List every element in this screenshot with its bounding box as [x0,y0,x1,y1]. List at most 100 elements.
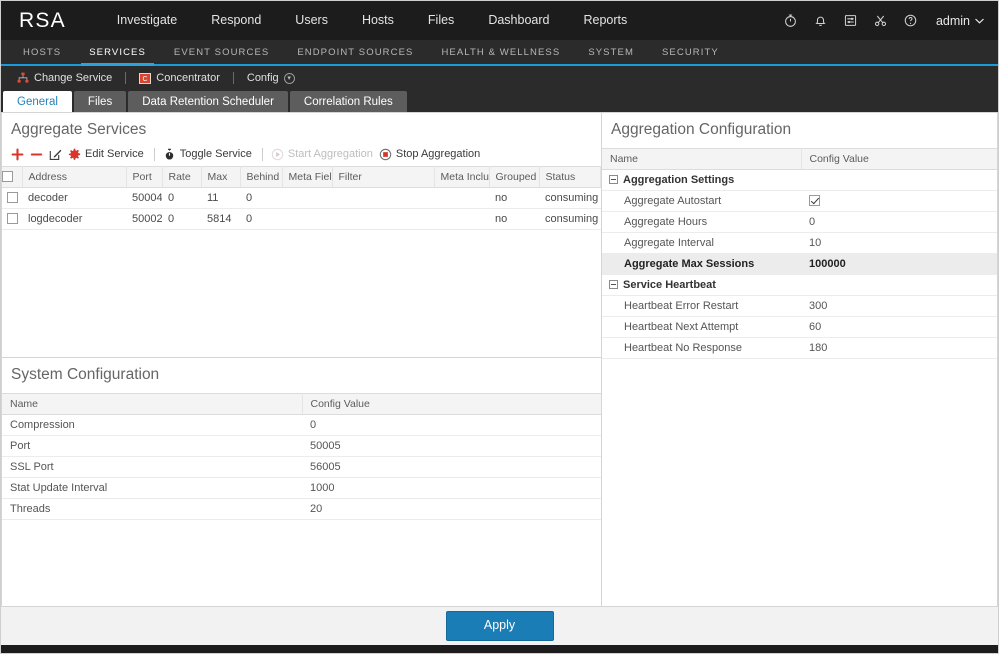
subnav-item-security[interactable]: SECURITY [648,40,733,64]
col-port[interactable]: Port [126,165,163,188]
col-name[interactable]: Name [602,147,802,170]
cell-behind: 0 [240,208,282,230]
tasks-icon[interactable] [842,12,859,29]
aggregate-autostart-checkbox[interactable] [809,195,820,207]
nav-item-hosts[interactable]: Hosts [345,1,411,40]
table-row[interactable]: SSL Port 56005 [2,456,601,478]
cell-behind: 0 [240,187,282,209]
table-row[interactable]: Compression 0 [2,414,601,436]
subnav-item-health-wellness[interactable]: HEALTH & WELLNESS [427,40,574,64]
cell-name: Stat Update Interval [2,477,302,499]
cell-port: 50004 [126,187,162,209]
cell-value[interactable]: 10 [801,232,997,254]
table-row[interactable]: Heartbeat No Response 180 [602,337,997,359]
nav-item-dashboard[interactable]: Dashboard [471,1,566,40]
cell-value[interactable]: 60 [801,316,997,338]
system-configuration-table: Name Config Value Compression 0 Port 500… [2,392,601,520]
nav-item-investigate[interactable]: Investigate [100,1,194,40]
cell-value[interactable]: 1000 [302,477,601,499]
aggregate-services-table: Address Port Rate Max Behind Meta Fields… [2,165,601,230]
user-menu[interactable]: admin [936,14,984,28]
col-status[interactable]: Status [539,165,601,188]
cell-meta-include [434,208,489,230]
table-row[interactable]: decoder 50004 0 11 0 no consuming [2,187,601,209]
col-filter[interactable]: Filter [332,165,435,188]
table-row[interactable]: Threads 20 [2,498,601,520]
apply-button[interactable]: Apply [445,611,554,641]
nav-item-respond[interactable]: Respond [194,1,278,40]
add-service-button[interactable] [11,148,30,161]
table-row[interactable]: Aggregate Interval 10 [602,232,997,254]
toggle-service-label: Toggle Service [179,148,252,161]
row-select-cell[interactable] [2,208,22,230]
edit-service-button[interactable]: Edit Service [68,148,150,161]
row-checkbox[interactable] [6,213,18,225]
edit-row-button[interactable] [49,148,68,161]
col-behind[interactable]: Behind [240,165,283,188]
collapse-icon[interactable] [609,279,618,289]
subnav-item-hosts[interactable]: HOSTS [9,40,75,64]
tab-files[interactable]: Files [73,91,127,112]
row-select-cell[interactable] [2,187,22,209]
col-max[interactable]: Max [201,165,241,188]
cell-value[interactable]: 56005 [302,456,601,478]
group-label: Service Heartbeat [623,278,716,291]
select-all-checkbox[interactable] [2,171,13,183]
scissors-icon[interactable] [872,12,889,29]
col-meta-include[interactable]: Meta Include [434,165,490,188]
tab-data-retention-scheduler[interactable]: Data Retention Scheduler [128,91,288,112]
config-menu[interactable]: Config ▾ [240,72,302,84]
cell-value[interactable]: 300 [801,295,997,317]
cell-name: Aggregate Autostart [602,190,801,212]
collapse-icon[interactable] [609,174,618,184]
remove-service-button[interactable] [30,148,49,161]
toggle-service-button[interactable]: Toggle Service [163,148,258,161]
group-row-aggregation-settings[interactable]: Aggregation Settings [602,169,997,191]
cell-value[interactable]: 20 [302,498,601,520]
start-aggregation-label: Start Aggregation [287,148,373,161]
table-row[interactable]: Aggregate Autostart [602,190,997,212]
change-service-button[interactable]: Change Service [10,72,119,84]
select-all-header[interactable] [2,165,23,188]
subnav-item-system[interactable]: SYSTEM [574,40,648,64]
main-nav: Investigate Respond Users Hosts Files Da… [100,1,644,40]
help-icon[interactable] [902,12,919,29]
subnav-item-event-sources[interactable]: EVENT SOURCES [160,40,283,64]
nav-item-reports[interactable]: Reports [566,1,644,40]
start-aggregation-button[interactable]: Start Aggregation [271,148,379,161]
cell-value[interactable]: 180 [801,337,997,359]
table-row[interactable]: logdecoder 50002 0 5814 0 no consuming [2,208,601,230]
col-meta-fields[interactable]: Meta Fields [282,165,333,188]
cell-value[interactable]: 0 [801,211,997,233]
col-name[interactable]: Name [2,392,303,415]
col-config-value[interactable]: Config Value [302,392,601,415]
tab-general[interactable]: General [3,91,72,112]
current-service[interactable]: C Concentrator [132,72,227,84]
table-row[interactable]: Heartbeat Error Restart 300 [602,295,997,317]
tab-correlation-rules[interactable]: Correlation Rules [289,91,407,112]
stopwatch-icon[interactable] [782,12,799,29]
cell-value[interactable]: 50005 [302,435,601,457]
nav-item-users[interactable]: Users [278,1,345,40]
col-grouped[interactable]: Grouped [489,165,540,188]
cell-value[interactable]: 0 [302,414,601,436]
table-row[interactable]: Aggregate Hours 0 [602,211,997,233]
table-row-selected[interactable]: Aggregate Max Sessions 100000 [602,253,997,275]
col-rate[interactable]: Rate [162,165,202,188]
bell-icon[interactable] [812,12,829,29]
stop-aggregation-button[interactable]: Stop Aggregation [379,148,486,161]
group-row-service-heartbeat[interactable]: Service Heartbeat [602,274,997,296]
col-address[interactable]: Address [22,165,127,188]
subnav-item-services[interactable]: SERVICES [75,40,160,66]
subnav-item-endpoint-sources[interactable]: ENDPOINT SOURCES [283,40,427,64]
col-config-value[interactable]: Config Value [801,147,997,170]
cell-value[interactable]: 100000 [801,253,997,275]
row-checkbox[interactable] [6,192,18,204]
table-row[interactable]: Heartbeat Next Attempt 60 [602,316,997,338]
cell-name: Port [2,435,302,457]
table-row[interactable]: Port 50005 [2,435,601,457]
table-row[interactable]: Stat Update Interval 1000 [2,477,601,499]
nav-item-files[interactable]: Files [411,1,471,40]
cell-value[interactable] [801,190,997,212]
top-navigation-bar: RSA Investigate Respond Users Hosts File… [1,1,998,40]
